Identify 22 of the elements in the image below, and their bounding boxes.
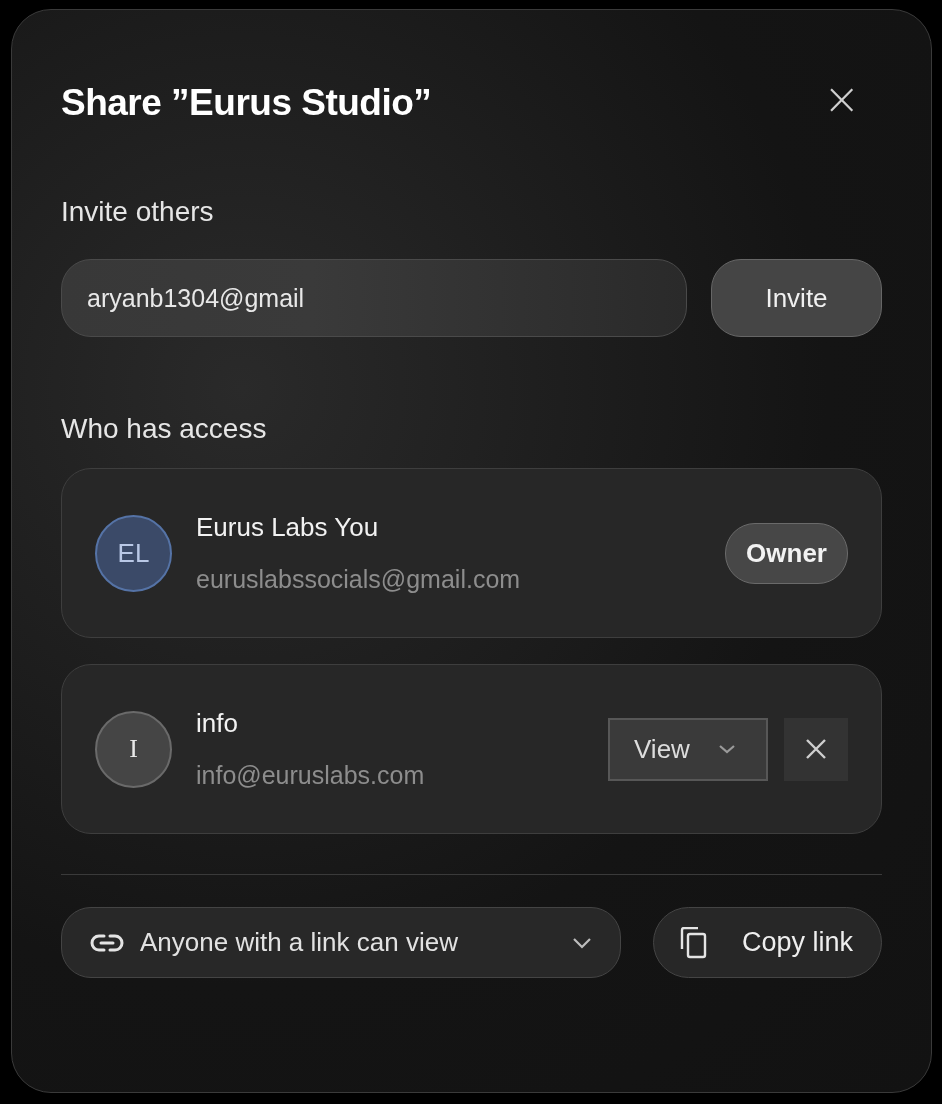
close-icon [805,738,827,760]
remove-button[interactable] [784,717,848,781]
role-dropdown[interactable]: View [608,717,768,781]
member-email: euruslabssocials@gmail.com [196,565,522,594]
link-icon [90,932,124,953]
dialog-title: Share ”Eurus Studio” [61,82,432,124]
invite-button[interactable]: Invite [711,259,882,337]
member-name: Eurus Labs You [196,512,380,543]
section-heading: Who has access [61,413,268,446]
member-name: info [196,708,239,739]
avatar: EL [95,514,172,592]
email-field[interactable]: aryanb1304@gmail [61,259,687,337]
link-access-dropdown[interactable]: Anyone with a link can view [61,907,621,978]
role-badge: Owner [725,522,848,584]
chevron-down-icon [572,936,592,949]
chevron-down-icon [718,743,736,755]
copy-icon [680,926,708,959]
close-button[interactable]: × [823,77,882,129]
section-heading: Invite others [61,196,215,229]
copy-link-button[interactable]: Copy link [653,907,882,978]
member-email: info@euruslabs.com [196,761,426,790]
avatar: I [95,710,172,788]
